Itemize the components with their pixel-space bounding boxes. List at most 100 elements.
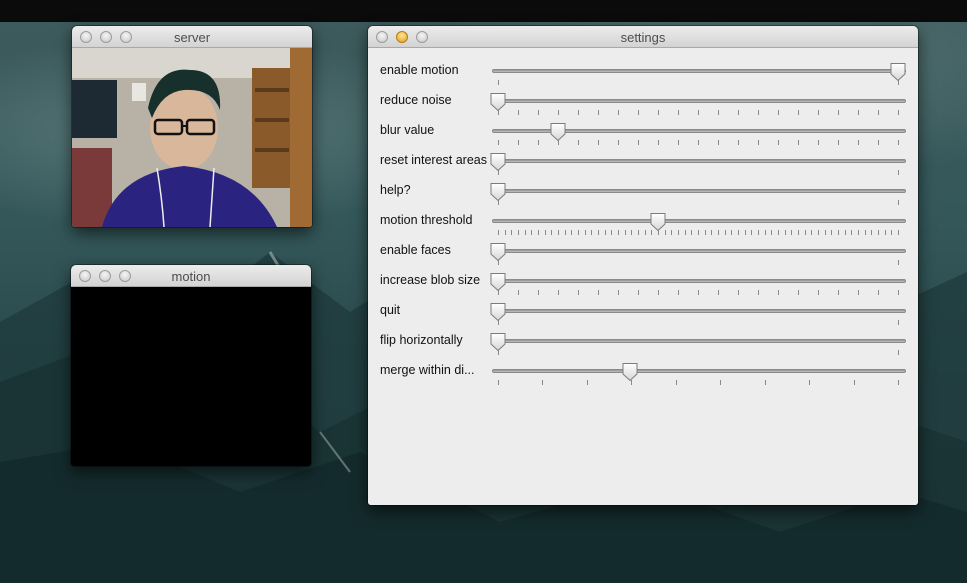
- slider-tick: [585, 230, 586, 235]
- slider-tick: [898, 380, 899, 385]
- slider-track[interactable]: [492, 69, 906, 73]
- slider-tick: [542, 380, 543, 385]
- slider-tick: [558, 230, 559, 235]
- slider-tick: [598, 110, 599, 115]
- slider-track[interactable]: [492, 309, 906, 313]
- slider-tick: [578, 140, 579, 145]
- slider-tick: [525, 230, 526, 235]
- slider-thumb[interactable]: [489, 182, 507, 202]
- slider-ticks: [498, 350, 899, 356]
- slider-tick: [720, 380, 721, 385]
- slider-tick: [598, 230, 599, 235]
- slider-tick: [538, 110, 539, 115]
- slider-tick: [718, 230, 719, 235]
- slider-tick: [898, 230, 899, 235]
- slider-tick: [591, 230, 592, 235]
- slider-thumb[interactable]: [549, 122, 567, 142]
- motion-titlebar[interactable]: motion: [71, 265, 311, 287]
- slider-tick: [676, 380, 677, 385]
- motion-window[interactable]: motion: [71, 265, 311, 466]
- slider-track[interactable]: [492, 219, 906, 223]
- slider-track[interactable]: [492, 189, 906, 193]
- slider-tick: [811, 230, 812, 235]
- slider-tick: [765, 380, 766, 385]
- slider-tick: [854, 380, 855, 385]
- slider-tick: [718, 140, 719, 145]
- settings-window[interactable]: settings enable motion reduce noise blur v…: [368, 26, 918, 505]
- slider-tick: [498, 380, 499, 385]
- slider-tick: [578, 290, 579, 295]
- slider-tick: [778, 290, 779, 295]
- server-titlebar[interactable]: server: [72, 26, 312, 48]
- slider-track[interactable]: [492, 279, 906, 283]
- slider-tick: [838, 110, 839, 115]
- slider-tick: [571, 230, 572, 235]
- slider-tick: [718, 110, 719, 115]
- slider-tick: [578, 230, 579, 235]
- slider-tick: [891, 230, 892, 235]
- slider-track[interactable]: [492, 249, 906, 253]
- slider-track[interactable]: [492, 339, 906, 343]
- slider-tick: [718, 290, 719, 295]
- slider-thumb[interactable]: [489, 332, 507, 352]
- settings-titlebar[interactable]: settings: [368, 26, 918, 48]
- slider-label: flip horizontally: [380, 333, 463, 347]
- slider-ticks: [498, 170, 899, 176]
- slider-tick: [751, 230, 752, 235]
- slider-tick: [778, 140, 779, 145]
- slider-tick: [758, 230, 759, 235]
- slider-tick: [691, 230, 692, 235]
- slider-tick: [638, 140, 639, 145]
- slider-thumb[interactable]: [489, 92, 507, 112]
- slider-track[interactable]: [492, 99, 906, 103]
- slider-tick: [858, 290, 859, 295]
- slider-tick: [745, 230, 746, 235]
- slider-tick: [738, 110, 739, 115]
- slider-tick: [618, 290, 619, 295]
- slider-tick: [545, 230, 546, 235]
- slider-thumb[interactable]: [889, 62, 907, 82]
- slider-tick: [858, 110, 859, 115]
- slider-label: increase blob size: [380, 273, 481, 287]
- slider-tick: [511, 230, 512, 235]
- slider-row: reduce noise: [368, 88, 918, 118]
- slider-tick: [505, 230, 506, 235]
- slider-label: enable faces: [380, 243, 451, 257]
- window-title: motion: [171, 269, 211, 284]
- webcam-video-feed: [72, 48, 312, 227]
- slider-row: merge within di...: [368, 358, 918, 388]
- slider-row: reset interest areas: [368, 148, 918, 178]
- server-window[interactable]: server: [72, 26, 312, 227]
- slider-label: help?: [380, 183, 411, 197]
- slider-tick: [638, 110, 639, 115]
- slider-track[interactable]: [492, 369, 906, 373]
- slider-thumb[interactable]: [489, 302, 507, 322]
- slider-tick: [638, 230, 639, 235]
- slider-tick: [658, 110, 659, 115]
- slider-label: reset interest areas: [380, 153, 487, 167]
- slider-thumb[interactable]: [489, 272, 507, 292]
- slider-tick: [518, 290, 519, 295]
- slider-label: merge within di...: [380, 363, 475, 377]
- slider-tick: [838, 290, 839, 295]
- slider-thumb[interactable]: [489, 152, 507, 172]
- slider-tick: [625, 230, 626, 235]
- slider-track[interactable]: [492, 159, 906, 163]
- slider-tick: [678, 140, 679, 145]
- slider-tick: [778, 230, 779, 235]
- slider-label: quit: [380, 303, 401, 317]
- slider-row: enable motion: [368, 58, 918, 88]
- slider-ticks: [498, 320, 899, 326]
- slider-tick: [898, 320, 899, 325]
- slider-tick: [885, 230, 886, 235]
- slider-tick: [618, 110, 619, 115]
- slider-thumb[interactable]: [649, 212, 667, 232]
- slider-thumb[interactable]: [489, 242, 507, 262]
- slider-thumb[interactable]: [621, 362, 639, 382]
- slider-tick: [518, 230, 519, 235]
- slider-tick: [698, 110, 699, 115]
- slider-ticks: [498, 200, 899, 206]
- slider-tick: [518, 140, 519, 145]
- slider-tick: [711, 230, 712, 235]
- slider-tick: [898, 290, 899, 295]
